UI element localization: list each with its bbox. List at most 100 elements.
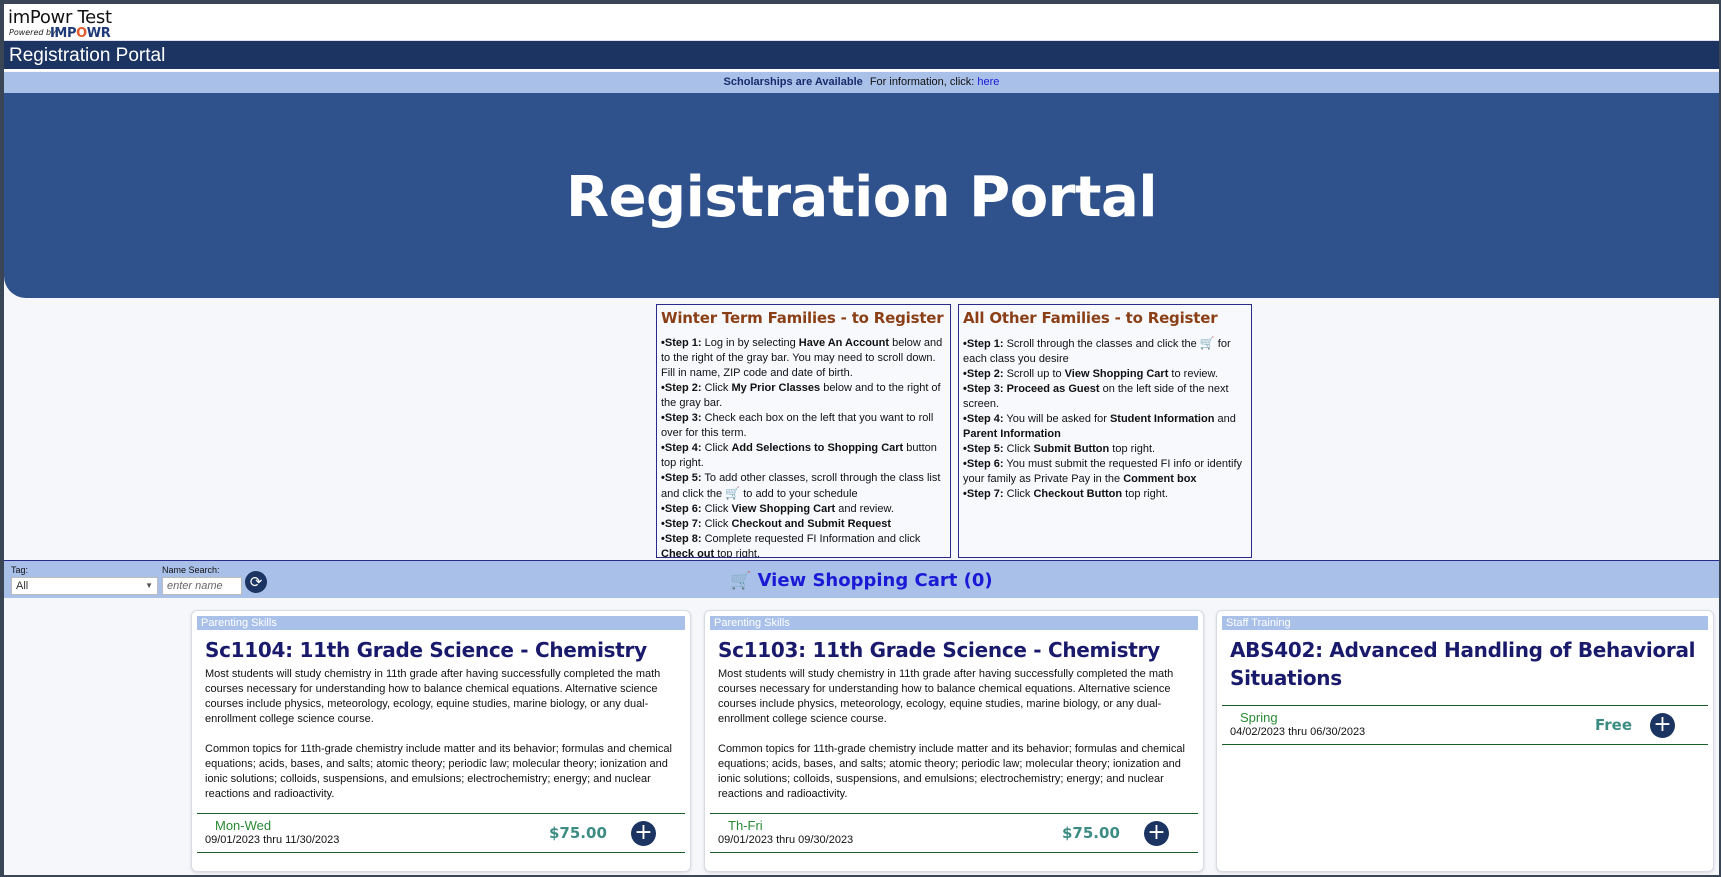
other-title: All Other Families - to Register — [963, 309, 1218, 327]
course-category: Parenting Skills — [197, 616, 685, 630]
course-desc-paragraph: Common topics for 11th-grade chemistry i… — [718, 743, 1185, 800]
step-text: Complete requested FI Information and cl… — [701, 533, 921, 545]
winter-step-4: •Step 4: Click Add Selections to Shoppin… — [661, 441, 946, 471]
hero-title: Registration Portal — [565, 165, 1158, 230]
step-label: •Step 5: — [963, 443, 1004, 455]
brand-logo-post: WR — [86, 26, 111, 41]
session-price: $75.00 — [549, 824, 607, 842]
winter-step-7: •Step 7: Click Checkout and Submit Reque… — [661, 517, 946, 532]
other-step-3: •Step 3: Proceed as Guest on the left si… — [963, 382, 1247, 412]
notice-link[interactable]: here — [977, 76, 999, 88]
step-label: •Step 4: — [963, 413, 1004, 425]
step-label: •Step 7: — [661, 518, 702, 530]
session-dates: 09/01/2023 thru 11/30/2023 — [205, 834, 340, 846]
step-text: You must submit the requested FI info or… — [963, 458, 1242, 485]
step-bold: Proceed as Guest — [1006, 383, 1100, 395]
course-card: Parenting Skills Sc1103: 11th Grade Scie… — [704, 610, 1204, 872]
step-label: •Step 3: — [963, 383, 1004, 395]
scholarship-notice: Scholarships are Available For informati… — [4, 72, 1719, 93]
step-text: top right. — [714, 548, 761, 558]
course-category: Staff Training — [1222, 616, 1708, 630]
other-step-2: •Step 2: Scroll up to View Shopping Cart… — [963, 367, 1247, 382]
step-label: •Step 5: — [661, 472, 702, 484]
course-session: Th-Fri 09/01/2023 thru 09/30/2023 $75.00… — [710, 813, 1198, 853]
other-steps: •Step 1: Scroll through the classes and … — [963, 336, 1247, 502]
other-instructions: All Other Families - to Register •Step 1… — [958, 304, 1252, 558]
brand-logo-o: O — [76, 26, 87, 41]
course-desc-paragraph: Most students will study chemistry in 11… — [718, 668, 1174, 725]
step-label: •Step 6: — [661, 503, 702, 515]
course-description: Most students will study chemistry in 11… — [205, 667, 679, 802]
step-bold: Add Selections to Shopping Cart — [731, 442, 904, 454]
session-price: $75.00 — [1062, 824, 1120, 842]
shopping-cart-icon: 🛒 — [730, 571, 752, 591]
step-text: Click — [701, 518, 732, 530]
hero-banner: Registration Portal — [4, 93, 1719, 298]
course-session: Spring 04/02/2023 thru 06/30/2023 Free + — [1222, 705, 1708, 745]
winter-step-8: •Step 8: Complete requested FI Informati… — [661, 532, 946, 558]
shopping-cart-icon: 🛒 — [1199, 336, 1215, 350]
step-bold: Have An Account — [798, 337, 890, 349]
step-label: •Step 8: — [661, 533, 702, 545]
session-price: Free — [1595, 716, 1633, 734]
step-text: Click — [701, 503, 732, 515]
session-dates: 04/02/2023 thru 06/30/2023 — [1230, 726, 1366, 738]
step-bold: Student Information — [1109, 413, 1215, 425]
brand-logo: IMPOWR — [50, 26, 111, 41]
step-text: to add to your schedule — [740, 488, 858, 500]
add-to-cart-button[interactable]: + — [1144, 821, 1169, 846]
course-card: Staff Training ABS402: Advanced Handling… — [1216, 610, 1714, 872]
notice-text: For information, click: — [869, 76, 975, 88]
course-title[interactable]: Sc1103: 11th Grade Science - Chemistry — [718, 636, 1198, 664]
add-to-cart-button[interactable]: + — [1650, 713, 1675, 738]
winter-step-6: •Step 6: Click View Shopping Cart and re… — [661, 502, 946, 517]
course-title[interactable]: Sc1104: 11th Grade Science - Chemistry — [205, 636, 685, 664]
course-card: Parenting Skills Sc1104: 11th Grade Scie… — [191, 610, 691, 872]
step-text: and review. — [835, 503, 894, 515]
shopping-cart-icon: 🛒 — [725, 486, 741, 500]
portal-bar: Registration Portal — [4, 41, 1719, 71]
brand-logo-pre: IMP — [50, 26, 77, 41]
view-shopping-cart-button[interactable]: 🛒 View Shopping Cart (0) — [4, 570, 1719, 591]
step-text: You will be asked for — [1003, 413, 1110, 425]
step-text: Click — [701, 382, 732, 394]
step-bold: Submit Button — [1033, 443, 1110, 455]
step-text: Scroll up to — [1003, 368, 1065, 380]
filter-bar: Tag: All ▼ Name Search: enter name ⟳ 🛒 Vi… — [4, 560, 1719, 598]
winter-step-5: •Step 5: To add other classes, scroll th… — [661, 471, 946, 502]
course-title[interactable]: ABS402: Advanced Handling of Behavioral … — [1230, 636, 1708, 692]
step-text: Click — [1003, 443, 1034, 455]
step-bold: Checkout and Submit Request — [731, 518, 892, 530]
step-label: •Step 2: — [963, 368, 1004, 380]
winter-step-2: •Step 2: Click My Prior Classes below an… — [661, 381, 946, 411]
app-title: imPowr Test — [8, 7, 112, 28]
add-to-cart-button[interactable]: + — [631, 821, 656, 846]
step-bold: Checkout Button — [1033, 488, 1123, 500]
session-day: Spring — [1240, 710, 1278, 725]
step-text: Click — [1003, 488, 1034, 500]
step-text: top right. — [1109, 443, 1156, 455]
step-label: •Step 3: — [661, 412, 702, 424]
step-bold: Comment box — [1123, 473, 1197, 485]
other-step-4: •Step 4: You will be asked for Student I… — [963, 412, 1247, 442]
winter-title: Winter Term Families - to Register — [661, 309, 944, 327]
app-frame: imPowr Test Powered by IMPOWR Registrati… — [4, 4, 1719, 875]
powered-by-label: Powered by — [9, 28, 56, 37]
step-bold: Check out — [661, 548, 715, 558]
step-text: Scroll through the classes and click the — [1003, 338, 1200, 350]
step-bold: View Shopping Cart — [731, 503, 836, 515]
winter-step-3: •Step 3: Check each box on the left that… — [661, 411, 946, 441]
winter-instructions: Winter Term Families - to Register •Step… — [656, 304, 951, 558]
session-day: Th-Fri — [728, 818, 763, 833]
step-text: Click — [701, 442, 732, 454]
view-cart-label: View Shopping Cart (0) — [757, 570, 993, 591]
step-text: and — [1214, 413, 1236, 425]
top-bar: imPowr Test Powered by IMPOWR — [4, 4, 1719, 41]
session-dates: 09/01/2023 thru 09/30/2023 — [718, 834, 854, 846]
step-label: •Step 2: — [661, 382, 702, 394]
step-label: •Step 7: — [963, 488, 1004, 500]
winter-steps: •Step 1: Log in by selecting Have An Acc… — [661, 336, 946, 558]
course-category: Parenting Skills — [710, 616, 1198, 630]
step-text: to review. — [1168, 368, 1218, 380]
step-label: •Step 1: — [661, 337, 702, 349]
